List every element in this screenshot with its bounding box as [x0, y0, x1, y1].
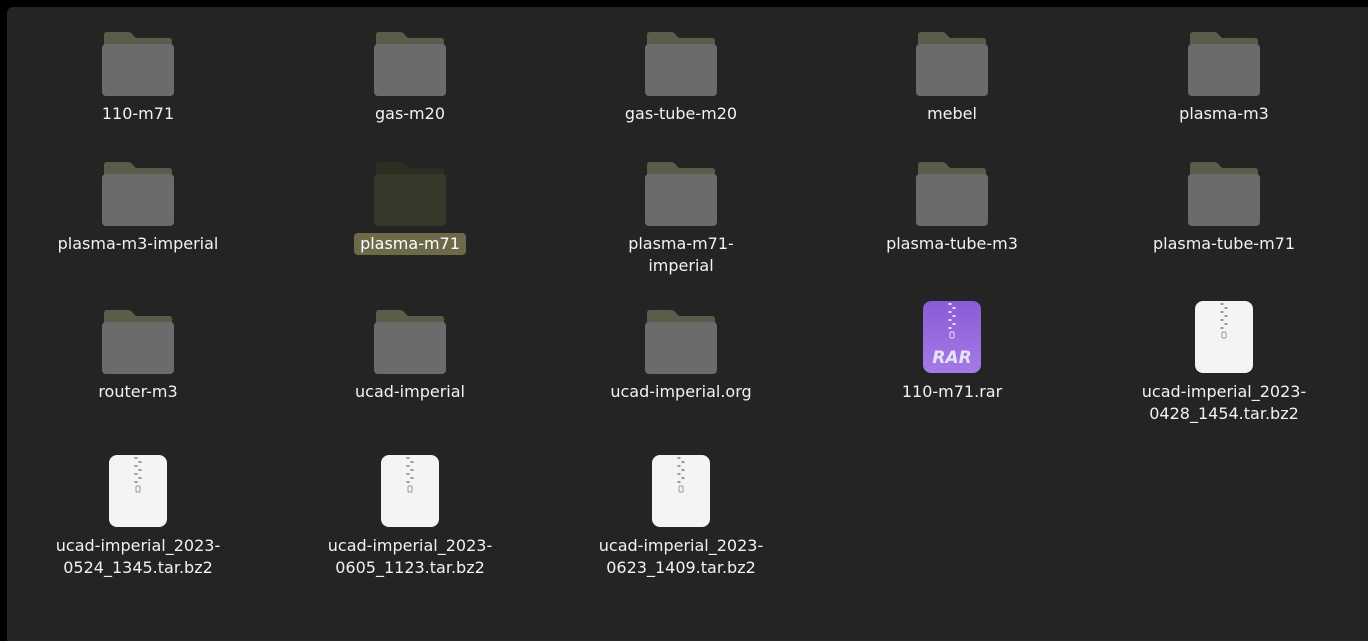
file-item[interactable]: ucad-imperial_2023- 0605_1123.tar.bz2 [290, 449, 530, 579]
folder-item[interactable]: plasma-m3 [1104, 17, 1344, 125]
file-name-label: plasma-m3 [1179, 104, 1269, 123]
file-name-label: plasma-m71- imperial [628, 234, 734, 275]
file-name-label: ucad-imperial_2023- 0623_1409.tar.bz2 [598, 536, 764, 577]
file-name-label: router-m3 [98, 382, 178, 401]
folder-item[interactable]: gas-tube-m20 [561, 17, 801, 125]
file-name-label: ucad-imperial [355, 382, 465, 401]
folder-item[interactable]: plasma-m71 [290, 147, 530, 255]
file-item[interactable]: ucad-imperial_2023- 0524_1345.tar.bz2 [18, 449, 258, 579]
folder-icon [370, 295, 450, 375]
folder-icon [912, 17, 992, 97]
folder-icon [641, 147, 721, 227]
file-name-label: ucad-imperial_2023- 0605_1123.tar.bz2 [327, 536, 493, 577]
file-manager-view: 110-m71 gas-m20 gas-tube-m20 mebel plasma-m3… [7, 7, 1368, 641]
file-name-label: plasma-m71 [354, 233, 466, 255]
folder-item[interactable]: plasma-m71- imperial [561, 147, 801, 277]
archive-icon [1184, 295, 1264, 375]
folder-icon [1184, 17, 1264, 97]
folder-item[interactable]: 110-m71 [18, 17, 258, 125]
file-name-label: gas-tube-m20 [624, 104, 738, 123]
folder-icon [912, 147, 992, 227]
file-name-label: plasma-tube-m3 [886, 234, 1018, 253]
file-item[interactable]: ucad-imperial_2023- 0428_1454.tar.bz2 [1104, 295, 1344, 425]
folder-item[interactable]: plasma-tube-m3 [832, 147, 1072, 255]
file-item[interactable]: RAR 110-m71.rar [832, 295, 1072, 403]
file-name-label: ucad-imperial_2023- 0428_1454.tar.bz2 [1141, 382, 1307, 423]
file-name-label: plasma-tube-m71 [1152, 234, 1296, 253]
folder-icon [98, 17, 178, 97]
folder-item[interactable]: ucad-imperial [290, 295, 530, 403]
svg-text:RAR: RAR [932, 348, 971, 368]
file-name-label: 110-m71.rar [901, 382, 1003, 401]
folder-item[interactable]: plasma-m3-imperial [18, 147, 258, 255]
file-name-label: mebel [927, 104, 977, 123]
archive-icon [98, 449, 178, 529]
folder-icon [1184, 147, 1264, 227]
rar-archive-icon: RAR [912, 295, 992, 375]
file-name-label: ucad-imperial.org [610, 382, 752, 401]
file-name-label: gas-m20 [374, 104, 445, 123]
folder-icon [98, 295, 178, 375]
folder-icon [641, 295, 721, 375]
folder-icon [98, 147, 178, 227]
file-name-label: ucad-imperial_2023- 0524_1345.tar.bz2 [55, 536, 221, 577]
folder-item[interactable]: gas-m20 [290, 17, 530, 125]
folder-icon [370, 147, 450, 227]
folder-icon [370, 17, 450, 97]
folder-icon [641, 17, 721, 97]
archive-icon [641, 449, 721, 529]
archive-icon [370, 449, 450, 529]
file-grid: 110-m71 gas-m20 gas-tube-m20 mebel plasma-m3… [7, 7, 1368, 641]
file-item[interactable]: ucad-imperial_2023- 0623_1409.tar.bz2 [561, 449, 801, 579]
folder-item[interactable]: ucad-imperial.org [561, 295, 801, 403]
folder-item[interactable]: router-m3 [18, 295, 258, 403]
file-name-label: 110-m71 [101, 104, 175, 123]
folder-item[interactable]: plasma-tube-m71 [1104, 147, 1344, 255]
folder-item[interactable]: mebel [832, 17, 1072, 125]
file-name-label: plasma-m3-imperial [57, 234, 219, 253]
